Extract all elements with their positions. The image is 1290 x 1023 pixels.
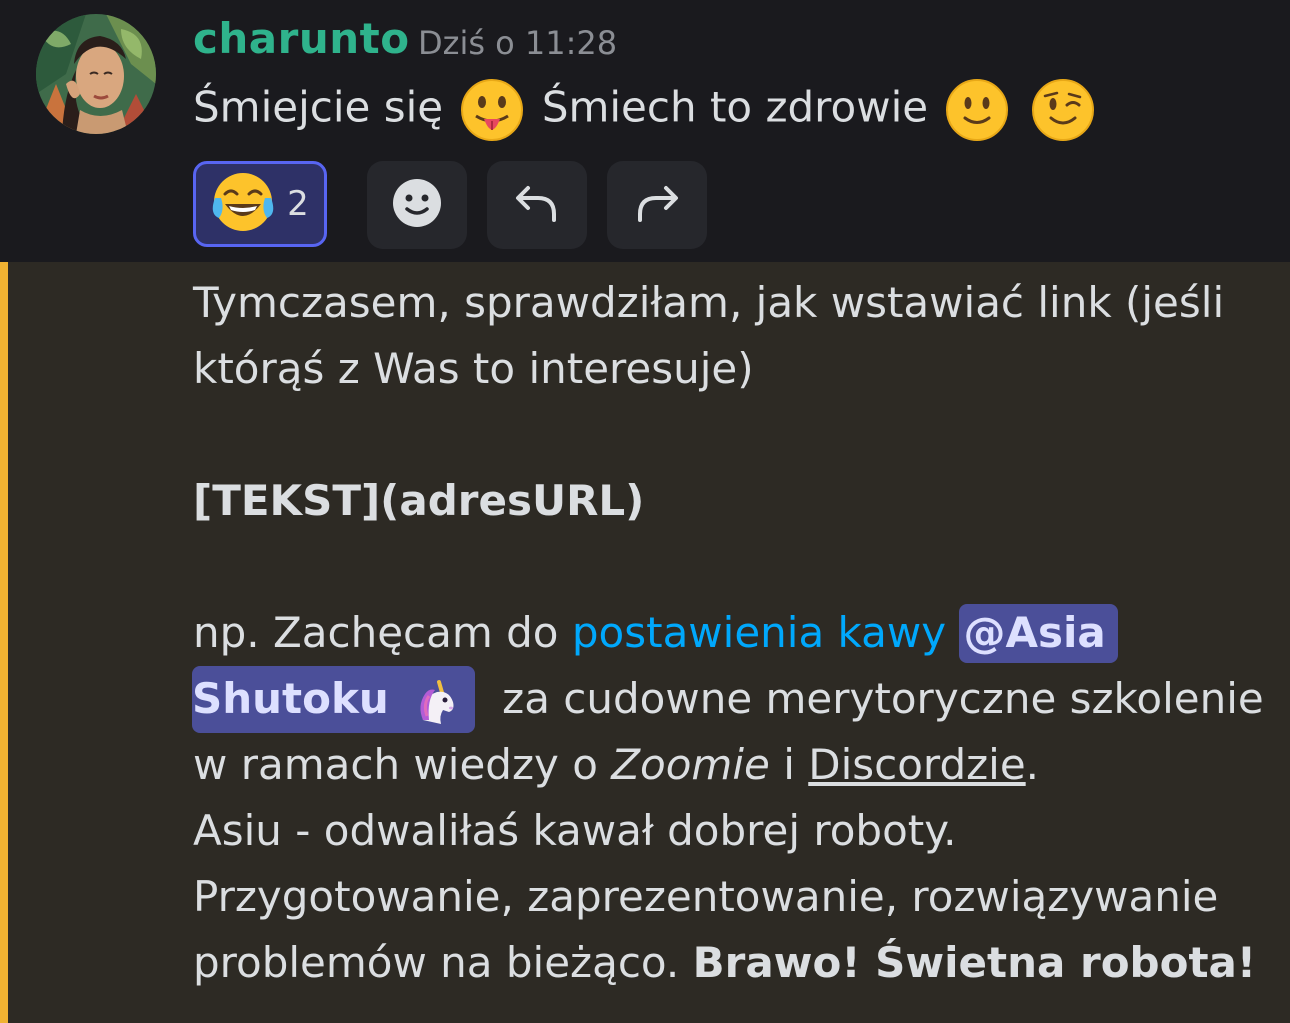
winking-emoji-icon	[1031, 78, 1095, 142]
author-name[interactable]: charunto	[193, 14, 410, 63]
forward-button[interactable]	[607, 161, 707, 249]
quote-line: w ramach wiedzy o Zoomie i Discordzie.	[193, 732, 1273, 798]
quote-line: Tymczasem, sprawdziłam, jak wstawiać lin…	[193, 278, 1225, 327]
user-avatar[interactable]	[36, 14, 156, 134]
unicorn-icon	[409, 676, 461, 728]
text-segment: .	[1025, 740, 1040, 789]
quoted-message-text: Tymczasem, sprawdziłam, jak wstawiać lin…	[192, 270, 1273, 996]
text-segment: i	[783, 740, 795, 789]
slightly-smiling-emoji-icon	[945, 78, 1009, 142]
reply-icon	[512, 178, 562, 232]
quote-line: którąś z Was to interesuje)	[193, 344, 754, 393]
coffee-link[interactable]: postawienia kawy	[572, 608, 946, 657]
quote-line: problemów na bieżąco. Brawo! Świetna rob…	[193, 930, 1273, 996]
reply-button[interactable]	[487, 161, 587, 249]
reaction-count: 2	[287, 184, 309, 224]
italic-word: Zoomie	[611, 740, 770, 789]
user-mention-continued[interactable]: Shutoku	[192, 666, 476, 733]
forward-icon	[632, 178, 682, 232]
text-segment: w ramach wiedzy o	[193, 740, 598, 789]
message-timestamp: Dziś o 11:28	[418, 24, 618, 62]
tongue-face-emoji-icon	[460, 78, 524, 142]
quote-example-line: np. Zachęcam do postawienia kawy @Asia	[193, 600, 1273, 666]
message-text-part1: Śmiejcie się	[193, 82, 444, 132]
quote-line: Przygotowanie, zaprezentowanie, rozwiązy…	[193, 872, 1219, 921]
quote-bar	[0, 262, 8, 1023]
user-mention[interactable]: @Asia	[959, 604, 1118, 663]
reaction-joy-button[interactable]: 2	[193, 161, 327, 247]
quote-mention-line: Shutoku za cudowne merytoryczne szkoleni…	[192, 666, 1273, 733]
add-reaction-icon	[391, 177, 443, 233]
bold-praise: Brawo! Świetna robota!	[692, 938, 1257, 987]
text-segment: problemów na bieżąco.	[193, 938, 680, 987]
add-reaction-button[interactable]	[367, 161, 467, 249]
underlined-word: Discordzie	[808, 740, 1026, 789]
after-mention-text: za cudowne merytoryczne szkolenie	[502, 674, 1264, 723]
quote-code-line: [TEKST](adresURL)	[193, 476, 645, 525]
quote-line: Asiu - odwaliłaś kawał dobrej roboty.	[193, 806, 957, 855]
joy-icon	[211, 170, 275, 238]
message-text-part2: Śmiech to zdrowie	[541, 82, 929, 132]
example-prefix: np. Zachęcam do	[193, 608, 559, 657]
message-text: Śmiejcie się Śmiech to zdrowie	[193, 78, 1099, 142]
mention-name: Shutoku	[192, 674, 389, 723]
